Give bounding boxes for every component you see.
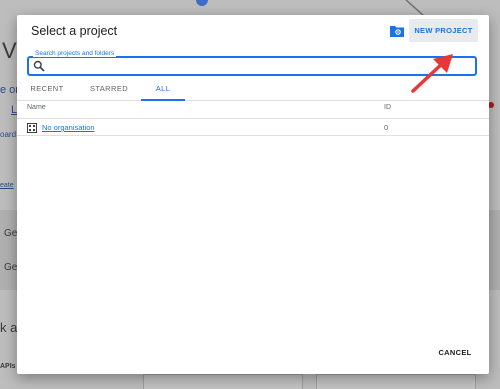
tab-starred[interactable]: STARRED: [83, 79, 135, 101]
folder-settings-icon: [390, 26, 404, 37]
background-link-fragment: eate: [0, 182, 14, 189]
table-row[interactable]: No organisation 0: [17, 118, 489, 136]
search-box[interactable]: Search projects and folders: [27, 50, 477, 76]
select-project-dialog: Select a project NEW PROJECT Search proj…: [17, 15, 489, 374]
dialog-title: Select a project: [31, 24, 118, 38]
column-header-name: Name: [27, 104, 46, 111]
background-text-fragment: Ge: [4, 228, 18, 239]
folder-settings-button[interactable]: [387, 21, 407, 41]
tab-recent[interactable]: RECENT: [23, 79, 71, 101]
background-heading-fragment: V: [2, 38, 17, 63]
new-project-button[interactable]: NEW PROJECT: [409, 19, 478, 42]
background-text-fragment: Ge: [4, 262, 18, 273]
search-icon: [33, 60, 45, 72]
background-heading-fragment: k a: [0, 320, 18, 335]
organisation-link[interactable]: No organisation: [42, 123, 95, 132]
tab-all[interactable]: ALL: [141, 79, 185, 101]
project-tabs: RECENT STARRED ALL: [17, 79, 489, 101]
search-field-label: Search projects and folders: [33, 50, 117, 57]
organisation-icon: [27, 123, 37, 133]
organisation-id: 0: [384, 123, 389, 132]
background-text-fragment: APIs: [0, 363, 16, 370]
background-card: [143, 374, 303, 389]
background-link-fragment: oard: [0, 130, 17, 139]
column-header-id: ID: [384, 104, 391, 111]
background-indicator-dot: [196, 0, 208, 6]
background-card: [316, 374, 476, 389]
cancel-button[interactable]: CANCEL: [431, 343, 479, 361]
search-input[interactable]: [49, 59, 469, 73]
